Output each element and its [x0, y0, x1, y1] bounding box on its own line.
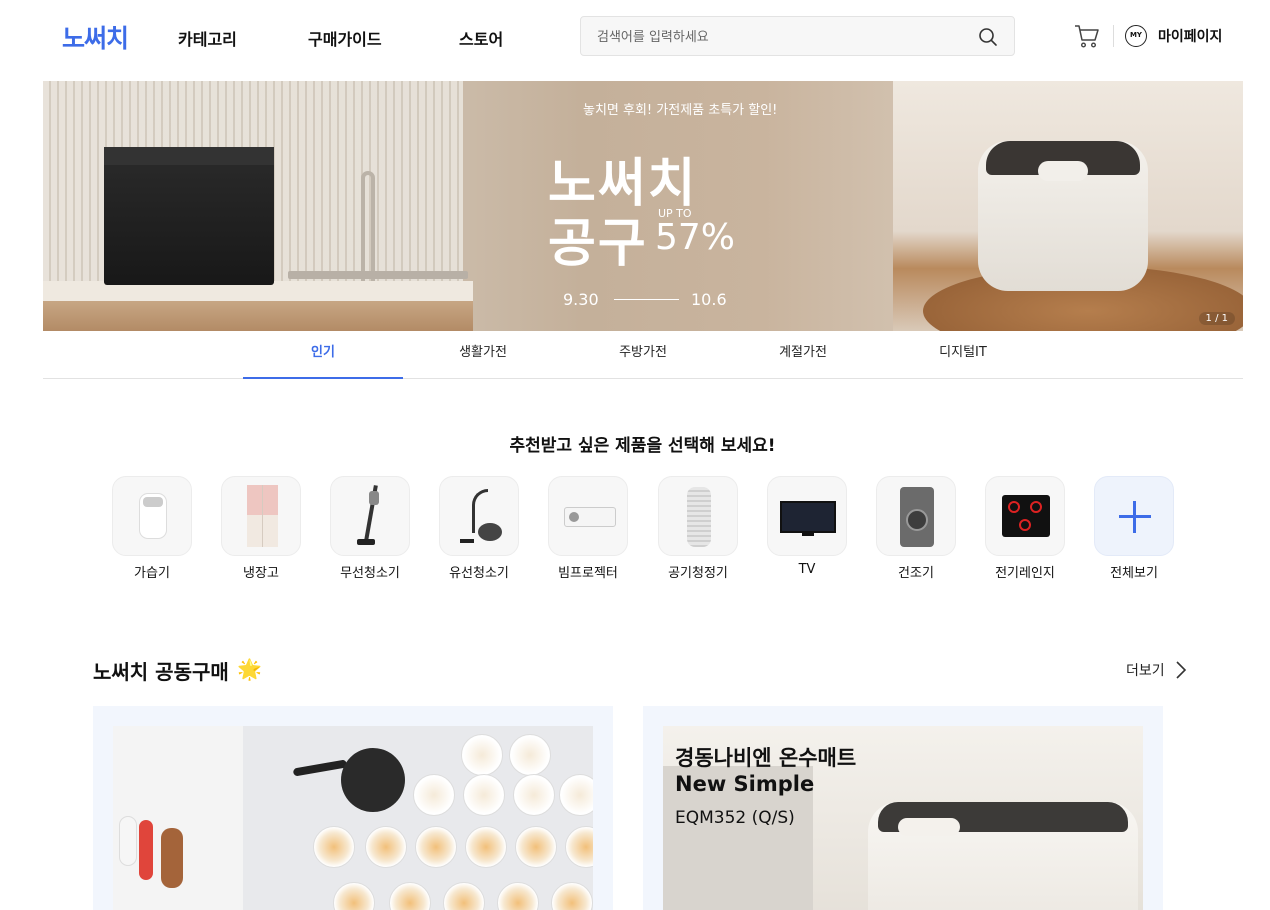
humidifier-image: [978, 141, 1148, 291]
tab-digital[interactable]: 디지털IT: [883, 331, 1043, 379]
heating-mat-image: 경동나비엔 온수매트 New Simple EQM352 (Q/S): [663, 726, 1143, 910]
tv-thumb: [767, 476, 847, 556]
dryer-thumb: [876, 476, 956, 556]
rec-item-tv[interactable]: TV: [767, 476, 847, 577]
search-box: [580, 16, 1015, 56]
rec-item-corded-vacuum[interactable]: 유선청소기: [439, 476, 519, 581]
rec-label: 가습기: [134, 566, 170, 581]
faucet-image: [361, 171, 375, 281]
tab-seasonal[interactable]: 계절가전: [723, 331, 883, 379]
rec-label: TV: [798, 562, 816, 577]
rec-label: 빔프로젝터: [558, 566, 618, 581]
category-tabs: 인기 생활가전 주방가전 계절가전 디지털IT: [43, 331, 1243, 379]
my-icon[interactable]: MY: [1125, 25, 1147, 47]
humidifier-thumb: [112, 476, 192, 556]
chevron-right-icon[interactable]: [1175, 660, 1187, 680]
tab-kitchen[interactable]: 주방가전: [563, 331, 723, 379]
banner-discount: 57%: [655, 217, 736, 258]
banner-title-line2: 공구: [548, 214, 648, 274]
tab-popular[interactable]: 인기: [243, 331, 403, 379]
banner-subtitle: 놓치면 후회! 가전제품 초특가 할인!: [583, 103, 778, 118]
fridge-thumb: [221, 476, 301, 556]
mypage-link[interactable]: 마이페이지: [1158, 26, 1222, 46]
banner-date-line: [614, 299, 679, 300]
nav-store[interactable]: 스토어: [459, 26, 503, 50]
rec-item-projector[interactable]: 빔프로젝터: [548, 476, 628, 581]
banner-cabinet: [43, 301, 473, 331]
rec-label: 전기레인지: [995, 566, 1055, 581]
more-link[interactable]: 더보기: [1126, 660, 1165, 680]
banner-date-start: 9.30: [563, 290, 599, 309]
rec-item-cordless-vacuum[interactable]: 무선청소기: [330, 476, 410, 581]
nav-buying-guide[interactable]: 구매가이드: [308, 26, 382, 50]
rec-label: 유선청소기: [449, 566, 509, 581]
logo[interactable]: 노써치: [62, 19, 129, 55]
rec-item-dryer[interactable]: 건조기: [876, 476, 956, 581]
card2-headline: 경동나비엔 온수매트: [675, 746, 857, 770]
rec-label: 냉장고: [243, 566, 279, 581]
rec-item-view-all[interactable]: 전체보기: [1094, 476, 1174, 581]
card2-model: EQM352 (Q/S): [675, 808, 795, 828]
card2-subline: New Simple: [675, 772, 815, 796]
search-icon[interactable]: [978, 27, 998, 47]
rec-label: 무선청소기: [340, 566, 400, 581]
group-buy-card-1[interactable]: [93, 706, 613, 910]
cart-icon[interactable]: [1074, 23, 1100, 49]
search-input[interactable]: [597, 27, 957, 47]
cordless-vacuum-thumb: [330, 476, 410, 556]
projector-thumb: [548, 476, 628, 556]
banner-date-end: 10.6: [691, 290, 727, 309]
air-purifier-thumb: [658, 476, 738, 556]
rec-label: 전체보기: [1110, 566, 1158, 581]
nav-category[interactable]: 카테고리: [178, 26, 237, 50]
rec-item-humidifier[interactable]: 가습기: [112, 476, 192, 581]
group-buy-title: 노써치 공동구매: [93, 660, 229, 684]
corded-vacuum-thumb: [439, 476, 519, 556]
rec-label: 공기청정기: [668, 566, 728, 581]
sparkle-icon: 🌟: [237, 657, 262, 681]
recommend-title: 추천받고 싶은 제품을 선택해 보세요!: [509, 436, 776, 456]
rec-item-electric-range[interactable]: 전기레인지: [985, 476, 1065, 581]
plus-icon: [1094, 476, 1174, 556]
rec-item-air-purifier[interactable]: 공기청정기: [658, 476, 738, 581]
tab-living[interactable]: 생활가전: [403, 331, 563, 379]
group-buy-card-2[interactable]: 경동나비엔 온수매트 New Simple EQM352 (Q/S): [643, 706, 1163, 910]
promo-banner[interactable]: 놓치면 후회! 가전제품 초특가 할인! 노써치 공구 UP TO 57% 9.…: [43, 81, 1243, 331]
header: 노써치 카테고리 구매가이드 스토어 MY 마이페이지: [0, 0, 1270, 72]
header-divider: [1113, 25, 1114, 47]
sink-image: [288, 271, 468, 279]
electric-range-thumb: [985, 476, 1065, 556]
rec-label: 건조기: [898, 566, 934, 581]
dishwasher-image: [104, 147, 274, 285]
tableware-image: [113, 726, 593, 910]
banner-page-indicator: 1 / 1: [1198, 312, 1235, 325]
rec-item-fridge[interactable]: 냉장고: [221, 476, 301, 581]
